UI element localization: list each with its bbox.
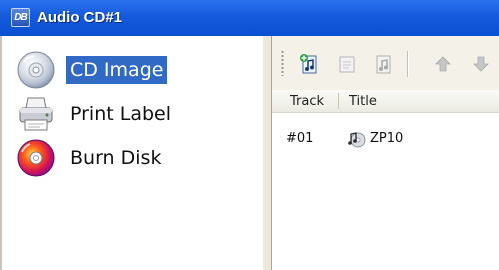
- sidebar-item-burn-disk[interactable]: Burn Disk: [16, 136, 165, 180]
- move-down-icon: [473, 56, 489, 72]
- toolbar-separator: [407, 51, 409, 77]
- track-list[interactable]: Track Title #01 ZP10: [272, 90, 499, 270]
- cd-disc-icon: [17, 51, 55, 89]
- sidebar-item-label: Burn Disk: [70, 147, 162, 169]
- pane-splitter[interactable]: [262, 36, 272, 270]
- main-pane: Track Title #01 ZP10: [272, 36, 499, 270]
- track-list-header: Track Title: [272, 90, 499, 113]
- column-divider[interactable]: [338, 93, 339, 109]
- move-down-button[interactable]: [470, 53, 492, 75]
- window-titlebar[interactable]: DB Audio CD#1: [0, 0, 499, 36]
- burn-disc-icon: [17, 139, 55, 177]
- table-row[interactable]: #01 ZP10: [272, 128, 499, 150]
- move-up-icon: [435, 56, 451, 72]
- track-title: ZP10: [370, 131, 404, 146]
- window-title: Audio CD#1: [37, 9, 123, 26]
- edit-label-button[interactable]: [336, 53, 358, 75]
- track-number: #01: [286, 131, 314, 146]
- remove-audio-icon: [376, 55, 391, 74]
- sidebar-item-label: Print Label: [70, 103, 172, 125]
- column-header-title[interactable]: Title: [349, 94, 377, 109]
- printer-icon: [19, 97, 53, 131]
- add-audio-icon: [300, 54, 317, 74]
- toolbar: [272, 36, 499, 91]
- edit-label-icon: [339, 56, 355, 73]
- column-header-track[interactable]: Track: [290, 94, 324, 109]
- add-audio-button[interactable]: [298, 53, 320, 75]
- sidebar-item-cd-image[interactable]: CD Image: [16, 48, 168, 92]
- move-up-button[interactable]: [432, 53, 454, 75]
- audio-file-icon: [348, 132, 366, 148]
- toolbar-grip[interactable]: [281, 50, 284, 76]
- sidebar-item-label: CD Image: [66, 56, 168, 84]
- app-icon: DB: [11, 8, 30, 27]
- sidebar-item-print-label[interactable]: Print Label: [16, 92, 175, 136]
- sidebar: CD Image Print Label Burn Disk: [0, 36, 262, 270]
- remove-audio-button[interactable]: [372, 53, 394, 75]
